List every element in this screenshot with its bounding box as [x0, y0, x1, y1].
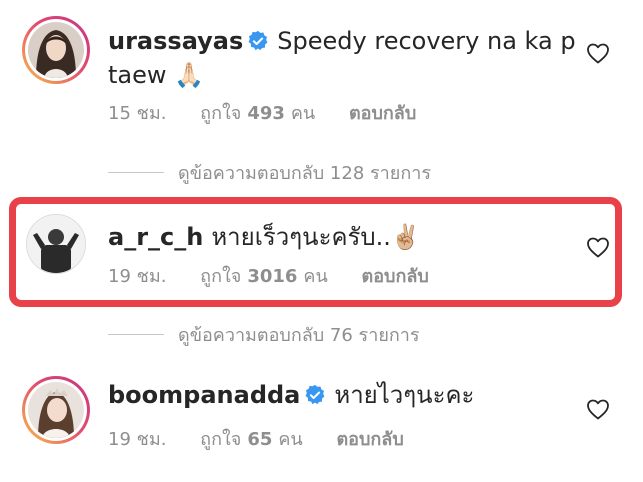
verified-badge-icon	[248, 30, 268, 51]
avatar[interactable]	[22, 376, 90, 444]
comment-text-block: boompanadda หายไวๆนะคะ	[108, 378, 578, 412]
comment-text: หายไวๆนะคะ	[334, 381, 475, 409]
heart-outline-icon[interactable]	[586, 236, 610, 258]
like-count[interactable]: ถูกใจ 493 คน	[200, 103, 315, 124]
reply-button[interactable]: ตอบกลับ	[336, 429, 403, 450]
comment-text: หายเร็วๆนะครับ..✌🏼	[211, 223, 421, 251]
comment-text: Speedy recovery na ka p	[277, 27, 576, 55]
avatar[interactable]	[22, 16, 90, 84]
view-replies-button[interactable]: ดูข้อความตอบกลับ 128 รายการ	[108, 158, 431, 187]
heart-outline-icon[interactable]	[586, 398, 610, 420]
reply-button[interactable]: ตอบกลับ	[362, 266, 429, 287]
comment-text-block: a_r_c_h หายเร็วๆนะครับ..✌🏼	[108, 220, 578, 254]
comment-boompanadda: boompanadda หายไวๆนะคะ 19 ชม. ถูกใจ 65 คน ต…	[0, 366, 643, 482]
comment-time: 19 ชม.	[108, 266, 167, 287]
comment-time: 19 ชม.	[108, 429, 167, 450]
divider-line	[108, 334, 164, 335]
comment-meta: 19 ชม. ถูกใจ 65 คน ตอบกลับ	[108, 424, 432, 453]
comment-text-block: urassayas Speedy recovery na ka p taew 🙏🏻	[108, 24, 578, 92]
comment-a-r-c-h: a_r_c_h หายเร็วๆนะครับ..✌🏼 19 ชม. ถูกใจ 30…	[0, 200, 643, 300]
like-count[interactable]: ถูกใจ 3016 คน	[200, 266, 328, 287]
comment-urassayas: urassayas Speedy recovery na ka p taew 🙏🏻…	[0, 0, 643, 184]
divider-line	[108, 172, 164, 173]
verified-badge-icon	[305, 384, 325, 405]
comment-text-continued: taew 🙏🏻	[108, 61, 205, 89]
comment-meta: 19 ชม. ถูกใจ 3016 คน ตอบกลับ	[108, 261, 457, 290]
username[interactable]: a_r_c_h	[108, 223, 203, 251]
username[interactable]: boompanadda	[108, 381, 300, 409]
reply-button[interactable]: ตอบกลับ	[349, 103, 416, 124]
view-replies-button[interactable]: ดูข้อความตอบกลับ 76 รายการ	[108, 320, 420, 349]
username[interactable]: urassayas	[108, 27, 243, 55]
like-count[interactable]: ถูกใจ 65 คน	[200, 429, 303, 450]
comment-meta: 15 ชม. ถูกใจ 493 คน ตอบกลับ	[108, 98, 444, 127]
avatar[interactable]	[26, 214, 86, 274]
heart-outline-icon[interactable]	[586, 42, 610, 64]
comment-time: 15 ชม.	[108, 103, 167, 124]
